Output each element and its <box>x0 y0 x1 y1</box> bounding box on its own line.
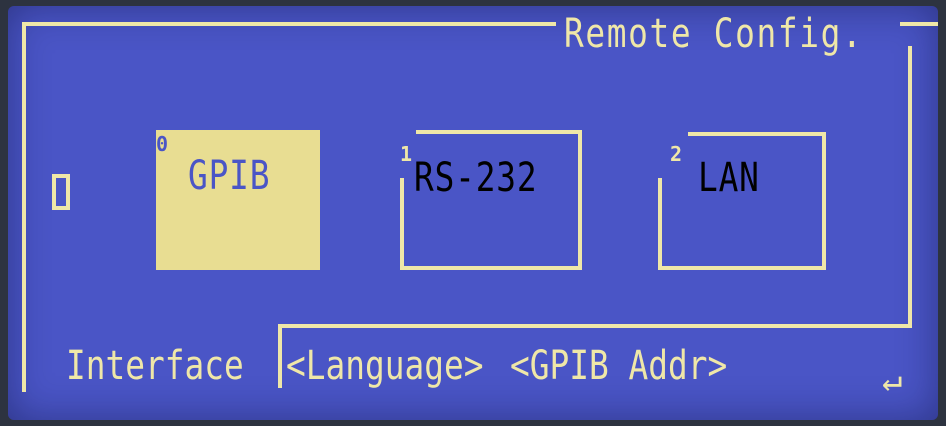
interface-option-rs232[interactable]: 1 RS-232 <box>400 130 582 270</box>
softkey-gpib-addr[interactable]: <GPIB Addr> <box>510 342 727 390</box>
softkey-language[interactable]: <Language> <box>286 342 483 390</box>
option-label: LAN <box>698 155 760 201</box>
option-highlight <box>156 130 320 270</box>
option-label: GPIB <box>188 153 271 199</box>
softkey-interface[interactable]: Interface <box>66 342 244 390</box>
frame-softkey-divider <box>278 324 912 328</box>
enter-return-icon[interactable]: ↵ <box>882 360 902 400</box>
frame-top-right <box>900 22 938 26</box>
option-label: RS-232 <box>414 155 538 201</box>
interface-option-gpib[interactable]: 0 GPIB <box>156 130 320 270</box>
frame-top-left <box>22 22 556 26</box>
option-top-line <box>416 130 582 134</box>
option-index: 2 <box>670 142 683 166</box>
lcd-screen: Remote Config. 0 GPIB 1 RS-232 2 LAN Int… <box>8 6 938 420</box>
option-index: 1 <box>400 142 413 166</box>
interface-option-lan[interactable]: 2 LAN <box>658 132 826 270</box>
frame-right <box>908 46 912 324</box>
softkey-bar: Interface <Language> <GPIB Addr> ↵ <box>8 334 938 420</box>
option-right-line <box>578 130 582 180</box>
option-right-line <box>822 132 826 180</box>
option-top-line <box>688 132 826 136</box>
empty-square-indicator-icon <box>52 174 70 210</box>
page-title: Remote Config. <box>564 11 864 57</box>
option-index: 0 <box>156 132 169 156</box>
